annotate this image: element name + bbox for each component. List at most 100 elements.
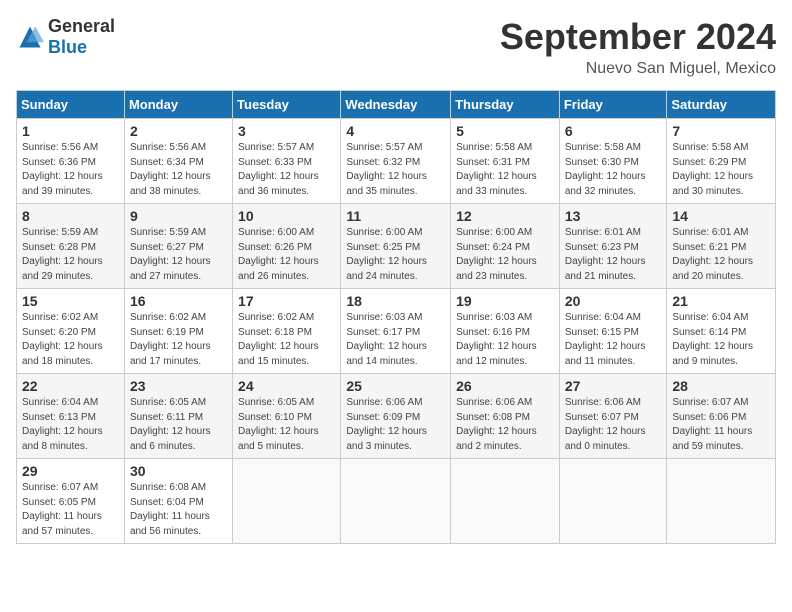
cell-week3-day0: 15 Sunrise: 6:02 AMSunset: 6:20 PMDayligh… bbox=[17, 289, 125, 374]
day-info: Sunrise: 6:04 AMSunset: 6:15 PMDaylight:… bbox=[565, 311, 662, 369]
day-info: Sunrise: 5:58 AMSunset: 6:31 PMDaylight:… bbox=[456, 141, 554, 199]
day-number: 14 bbox=[672, 208, 770, 224]
cell-week2-day0: 8Sunrise: 5:59 AMSunset: 6:28 PMDaylight… bbox=[17, 204, 125, 289]
cell-week4-day3: 25 Sunrise: 6:06 AMSunset: 6:09 PMDayligh… bbox=[341, 374, 451, 459]
cell-week2-day4: 12 Sunrise: 6:00 AMSunset: 6:24 PMDayligh… bbox=[451, 204, 560, 289]
day-number: 16 bbox=[130, 293, 227, 309]
week-row-5: 29 Sunrise: 6:07 AMSunset: 6:05 PMDayligh… bbox=[17, 459, 776, 544]
cell-week1-day1: 2 Sunrise: 5:56 AMSunset: 6:34 PMDaylight… bbox=[124, 119, 232, 204]
cell-week1-day6: 7 Sunrise: 5:58 AMSunset: 6:29 PMDaylight… bbox=[667, 119, 776, 204]
day-number: 1 bbox=[22, 123, 119, 139]
day-number: 2 bbox=[130, 123, 227, 139]
day-info: Sunrise: 6:04 AMSunset: 6:14 PMDaylight:… bbox=[672, 311, 770, 369]
day-number: 6 bbox=[565, 123, 662, 139]
cell-week2-day3: 11 Sunrise: 6:00 AMSunset: 6:25 PMDayligh… bbox=[341, 204, 451, 289]
day-info: Sunrise: 5:59 AMSunset: 6:27 PMDaylight:… bbox=[130, 226, 227, 284]
day-info: Sunrise: 5:58 AMSunset: 6:30 PMDaylight:… bbox=[565, 141, 662, 199]
day-number: 7 bbox=[672, 123, 770, 139]
day-info: Sunrise: 6:06 AMSunset: 6:08 PMDaylight:… bbox=[456, 396, 554, 454]
day-number: 12 bbox=[456, 208, 554, 224]
day-info: Sunrise: 6:08 AMSunset: 6:04 PMDaylight:… bbox=[130, 481, 227, 539]
cell-week5-day1: 30 Sunrise: 6:08 AMSunset: 6:04 PMDayligh… bbox=[124, 459, 232, 544]
day-info: Sunrise: 6:06 AMSunset: 6:09 PMDaylight:… bbox=[346, 396, 445, 454]
day-info: Sunrise: 5:57 AMSunset: 6:33 PMDaylight:… bbox=[238, 141, 335, 199]
week-row-1: 1 Sunrise: 5:56 AMSunset: 6:36 PMDaylight… bbox=[17, 119, 776, 204]
calendar-table: Sunday Monday Tuesday Wednesday Thursday… bbox=[16, 90, 776, 544]
day-info: Sunrise: 6:00 AMSunset: 6:26 PMDaylight:… bbox=[238, 226, 335, 284]
cell-week1-day0: 1 Sunrise: 5:56 AMSunset: 6:36 PMDaylight… bbox=[17, 119, 125, 204]
col-tuesday: Tuesday bbox=[233, 91, 341, 119]
day-info: Sunrise: 6:05 AMSunset: 6:11 PMDaylight:… bbox=[130, 396, 227, 454]
day-info: Sunrise: 6:05 AMSunset: 6:10 PMDaylight:… bbox=[238, 396, 335, 454]
day-number: 28 bbox=[672, 378, 770, 394]
col-wednesday: Wednesday bbox=[341, 91, 451, 119]
col-thursday: Thursday bbox=[451, 91, 560, 119]
day-info: Sunrise: 6:00 AMSunset: 6:24 PMDaylight:… bbox=[456, 226, 554, 284]
day-number: 8 bbox=[22, 208, 119, 224]
day-info: Sunrise: 6:01 AMSunset: 6:21 PMDaylight:… bbox=[672, 226, 770, 284]
day-info: Sunrise: 6:02 AMSunset: 6:18 PMDaylight:… bbox=[238, 311, 335, 369]
day-number: 20 bbox=[565, 293, 662, 309]
day-number: 24 bbox=[238, 378, 335, 394]
week-row-2: 8Sunrise: 5:59 AMSunset: 6:28 PMDaylight… bbox=[17, 204, 776, 289]
cell-week2-day6: 14 Sunrise: 6:01 AMSunset: 6:21 PMDayligh… bbox=[667, 204, 776, 289]
day-number: 25 bbox=[346, 378, 445, 394]
col-saturday: Saturday bbox=[667, 91, 776, 119]
day-number: 22 bbox=[22, 378, 119, 394]
day-info: Sunrise: 5:57 AMSunset: 6:32 PMDaylight:… bbox=[346, 141, 445, 199]
cell-week3-day6: 21 Sunrise: 6:04 AMSunset: 6:14 PMDayligh… bbox=[667, 289, 776, 374]
day-number: 23 bbox=[130, 378, 227, 394]
cell-week4-day2: 24 Sunrise: 6:05 AMSunset: 6:10 PMDayligh… bbox=[233, 374, 341, 459]
col-monday: Monday bbox=[124, 91, 232, 119]
cell-week1-day2: 3 Sunrise: 5:57 AMSunset: 6:33 PMDaylight… bbox=[233, 119, 341, 204]
day-info: Sunrise: 6:07 AMSunset: 6:05 PMDaylight:… bbox=[22, 481, 119, 539]
day-info: Sunrise: 6:01 AMSunset: 6:23 PMDaylight:… bbox=[565, 226, 662, 284]
day-number: 26 bbox=[456, 378, 554, 394]
title-block: September 2024 Nuevo San Miguel, Mexico bbox=[500, 16, 776, 78]
cell-week5-day2 bbox=[233, 459, 341, 544]
cell-week4-day0: 22 Sunrise: 6:04 AMSunset: 6:13 PMDayligh… bbox=[17, 374, 125, 459]
day-number: 30 bbox=[130, 463, 227, 479]
cell-week5-day4 bbox=[451, 459, 560, 544]
cell-week2-day1: 9Sunrise: 5:59 AMSunset: 6:27 PMDaylight… bbox=[124, 204, 232, 289]
cell-week1-day5: 6 Sunrise: 5:58 AMSunset: 6:30 PMDaylight… bbox=[559, 119, 667, 204]
cell-week4-day1: 23 Sunrise: 6:05 AMSunset: 6:11 PMDayligh… bbox=[124, 374, 232, 459]
location: Nuevo San Miguel, Mexico bbox=[500, 60, 776, 78]
month-title: September 2024 bbox=[500, 16, 776, 58]
cell-week2-day5: 13Sunrise: 6:01 AMSunset: 6:23 PMDayligh… bbox=[559, 204, 667, 289]
day-info: Sunrise: 6:04 AMSunset: 6:13 PMDaylight:… bbox=[22, 396, 119, 454]
logo-blue: Blue bbox=[48, 37, 87, 57]
calendar-header-row: Sunday Monday Tuesday Wednesday Thursday… bbox=[17, 91, 776, 119]
day-number: 19 bbox=[456, 293, 554, 309]
week-row-4: 22 Sunrise: 6:04 AMSunset: 6:13 PMDayligh… bbox=[17, 374, 776, 459]
cell-week4-day5: 27Sunrise: 6:06 AMSunset: 6:07 PMDayligh… bbox=[559, 374, 667, 459]
day-info: Sunrise: 5:58 AMSunset: 6:29 PMDaylight:… bbox=[672, 141, 770, 199]
cell-week3-day3: 18Sunrise: 6:03 AMSunset: 6:17 PMDayligh… bbox=[341, 289, 451, 374]
day-number: 18 bbox=[346, 293, 445, 309]
cell-week4-day6: 28 Sunrise: 6:07 AMSunset: 6:06 PMDayligh… bbox=[667, 374, 776, 459]
day-number: 29 bbox=[22, 463, 119, 479]
logo-icon bbox=[16, 23, 44, 51]
day-info: Sunrise: 6:02 AMSunset: 6:19 PMDaylight:… bbox=[130, 311, 227, 369]
day-number: 11 bbox=[346, 208, 445, 224]
logo-general: General bbox=[48, 16, 115, 36]
day-info: Sunrise: 6:07 AMSunset: 6:06 PMDaylight:… bbox=[672, 396, 770, 454]
week-row-3: 15 Sunrise: 6:02 AMSunset: 6:20 PMDayligh… bbox=[17, 289, 776, 374]
cell-week5-day0: 29 Sunrise: 6:07 AMSunset: 6:05 PMDayligh… bbox=[17, 459, 125, 544]
day-number: 27 bbox=[565, 378, 662, 394]
day-info: Sunrise: 5:56 AMSunset: 6:36 PMDaylight:… bbox=[22, 141, 119, 199]
cell-week1-day4: 5Sunrise: 5:58 AMSunset: 6:31 PMDaylight… bbox=[451, 119, 560, 204]
cell-week2-day2: 10 Sunrise: 6:00 AMSunset: 6:26 PMDayligh… bbox=[233, 204, 341, 289]
day-number: 15 bbox=[22, 293, 119, 309]
day-number: 3 bbox=[238, 123, 335, 139]
cell-week5-day5 bbox=[559, 459, 667, 544]
day-number: 10 bbox=[238, 208, 335, 224]
day-info: Sunrise: 6:02 AMSunset: 6:20 PMDaylight:… bbox=[22, 311, 119, 369]
day-info: Sunrise: 5:56 AMSunset: 6:34 PMDaylight:… bbox=[130, 141, 227, 199]
col-sunday: Sunday bbox=[17, 91, 125, 119]
day-info: Sunrise: 6:03 AMSunset: 6:16 PMDaylight:… bbox=[456, 311, 554, 369]
cell-week3-day1: 16 Sunrise: 6:02 AMSunset: 6:19 PMDayligh… bbox=[124, 289, 232, 374]
day-info: Sunrise: 6:00 AMSunset: 6:25 PMDaylight:… bbox=[346, 226, 445, 284]
logo: General Blue bbox=[16, 16, 115, 58]
day-number: 21 bbox=[672, 293, 770, 309]
